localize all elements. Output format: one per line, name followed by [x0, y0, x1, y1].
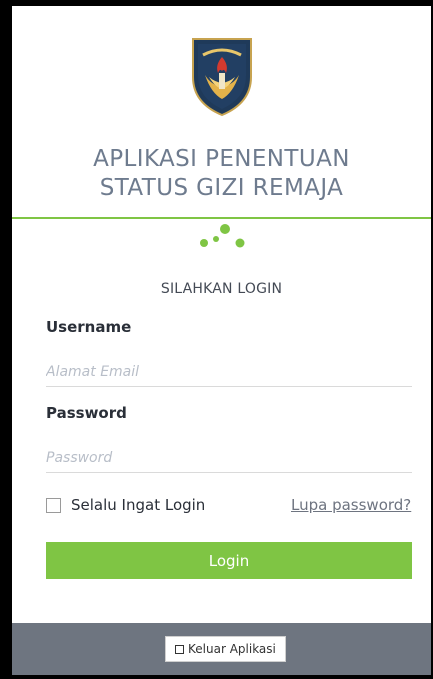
university-emblem-icon	[192, 38, 252, 117]
username-input[interactable]	[46, 357, 412, 387]
password-label: Password	[46, 404, 127, 422]
remember-label: Selalu Ingat Login	[71, 496, 206, 514]
footer-bar: Keluar Aplikasi	[12, 623, 431, 675]
remember-checkbox[interactable]	[46, 497, 61, 513]
green-dots-icon	[200, 224, 245, 248]
app-title-line-1: APLIKASI PENENTUAN	[93, 146, 350, 172]
login-button[interactable]: Login	[46, 542, 412, 579]
username-label: Username	[46, 318, 132, 336]
login-card: APLIKASI PENENTUAN STATUS GIZI REMAJA SI…	[12, 6, 431, 675]
exit-app-label: Keluar Aplikasi	[188, 642, 276, 656]
remember-login-option[interactable]: Selalu Ingat Login	[46, 496, 205, 514]
forgot-password-link[interactable]: Lupa password?	[291, 496, 411, 514]
login-heading: SILAHKAN LOGIN	[160, 281, 283, 297]
password-input[interactable]	[46, 443, 412, 473]
header-divider	[12, 217, 431, 219]
app-title-line-2: STATUS GIZI REMAJA	[99, 175, 344, 201]
checkbox-square-icon	[175, 644, 184, 654]
exit-app-button[interactable]: Keluar Aplikasi	[165, 636, 286, 662]
